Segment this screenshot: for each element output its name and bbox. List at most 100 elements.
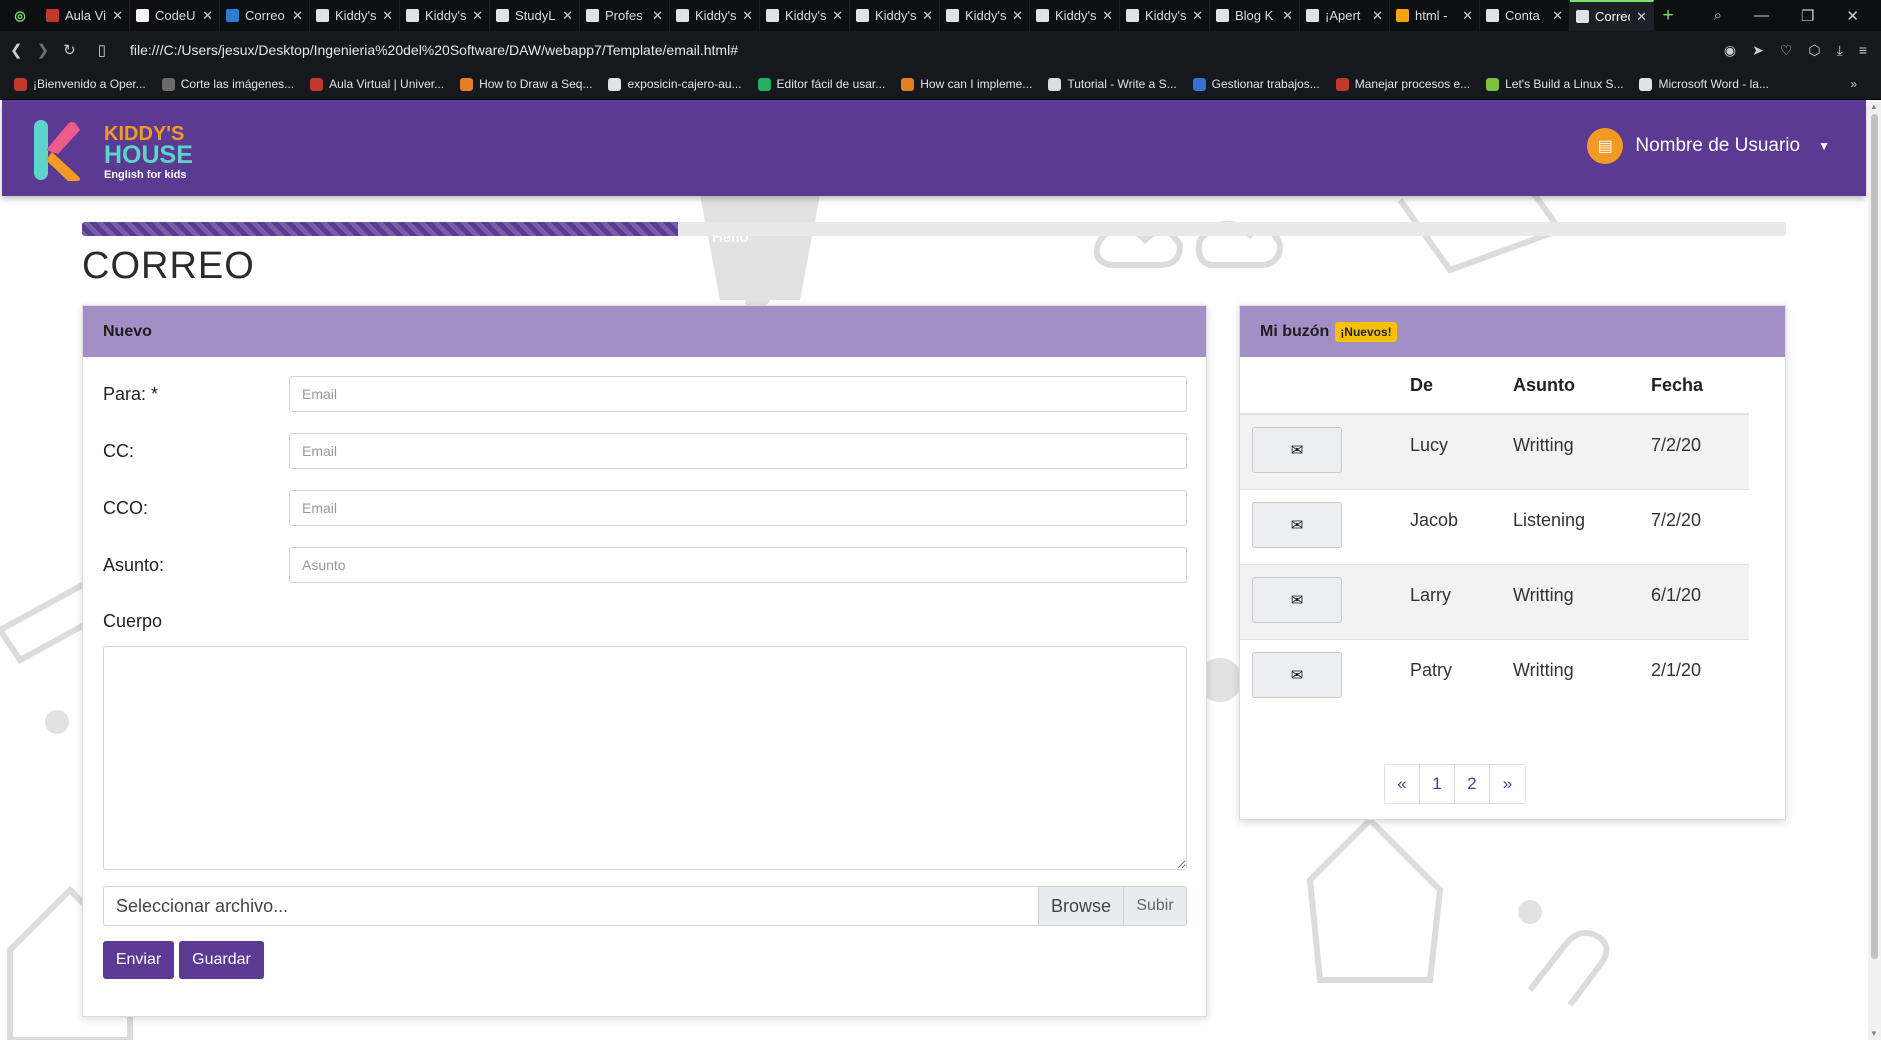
browser-tab[interactable]: Kiddy's ✕ — [850, 0, 940, 31]
tab-close-icon[interactable]: ✕ — [652, 8, 663, 24]
tab-close-icon[interactable]: ✕ — [1372, 8, 1383, 24]
close-window-button[interactable]: ✕ — [1846, 7, 1859, 25]
open-mail-button[interactable]: ✉ — [1252, 652, 1342, 698]
browser-tab[interactable]: Kiddy's ✕ — [1120, 0, 1210, 31]
cube-icon[interactable]: ⬡ — [1808, 42, 1820, 59]
browser-tab[interactable]: Correo ✕ — [220, 0, 310, 31]
tab-close-icon[interactable]: ✕ — [562, 8, 573, 24]
to-email-input[interactable] — [289, 376, 1187, 412]
browser-tab[interactable]: Aula Vi ✕ — [40, 0, 130, 31]
user-menu[interactable]: ▤ Nombre de Usuario ▼ — [1587, 128, 1830, 164]
minimize-button[interactable]: — — [1754, 7, 1769, 24]
browser-tab[interactable]: Profes ✕ — [580, 0, 670, 31]
bookmark-item[interactable]: Editor fácil de usar... — [757, 77, 885, 91]
bcc-email-input[interactable] — [289, 490, 1187, 526]
upload-button[interactable]: Subir — [1123, 887, 1186, 925]
mailbox-title: Mi buzón — [1260, 322, 1330, 340]
tab-close-icon[interactable]: ✕ — [1102, 8, 1113, 24]
bookmark-item[interactable]: Gestionar trabajos... — [1192, 77, 1320, 91]
body-label: Cuerpo — [103, 611, 163, 631]
envelope-open-icon: ✉ — [1290, 442, 1304, 459]
browser-tab[interactable]: CodeU ✕ — [130, 0, 220, 31]
tab-close-icon[interactable]: ✕ — [112, 8, 123, 24]
url-field[interactable]: file:///C:/Users/jesux/Desktop/Ingenieri… — [130, 42, 738, 58]
tab-close-icon[interactable]: ✕ — [1462, 8, 1473, 24]
scroll-up-icon[interactable]: ▲ — [1870, 102, 1878, 111]
browser-tab[interactable]: ¡Apert ✕ — [1300, 0, 1390, 31]
tab-close-icon[interactable]: ✕ — [742, 8, 753, 24]
tab-close-icon[interactable]: ✕ — [382, 8, 393, 24]
open-mail-button[interactable]: ✉ — [1252, 502, 1342, 548]
browser-tab[interactable]: html - ✕ — [1390, 0, 1480, 31]
user-avatar-icon[interactable]: ▤ — [1587, 128, 1624, 164]
back-icon[interactable]: ❮ — [10, 41, 23, 59]
browser-tab[interactable]: Conta ✕ — [1480, 0, 1570, 31]
download-icon[interactable]: ⤓ — [1837, 42, 1843, 59]
browser-tab[interactable]: Blog K ✕ — [1210, 0, 1300, 31]
tab-close-icon[interactable]: ✕ — [1192, 8, 1203, 24]
body-textarea[interactable] — [103, 646, 1187, 870]
bookmark-item[interactable]: Corte las imágenes... — [161, 77, 294, 91]
heart-icon[interactable]: ♡ — [1780, 42, 1793, 59]
browser-tab-active[interactable]: Correo ✕ — [1570, 0, 1654, 31]
tab-close-icon[interactable]: ✕ — [202, 8, 213, 24]
bookmark-item[interactable]: Aula Virtual | Univer... — [310, 77, 444, 91]
bookmark-item[interactable]: Tutorial - Write a S... — [1048, 77, 1177, 91]
pagination-next[interactable]: » — [1490, 765, 1525, 803]
bookmarks-more-icon[interactable]: » — [1850, 77, 1881, 91]
pagination-page-2[interactable]: 2 — [1455, 765, 1490, 803]
browser-tab[interactable]: StudyL ✕ — [490, 0, 580, 31]
browser-tab[interactable]: Kiddy's ✕ — [760, 0, 850, 31]
chevron-down-icon[interactable]: ▼ — [1818, 139, 1830, 153]
kiddys-house-logo[interactable]: KIDDY'S HOUSE English for kids — [32, 118, 212, 182]
tab-close-icon[interactable]: ✕ — [832, 8, 843, 24]
subject-input[interactable] — [289, 547, 1187, 583]
cc-email-input[interactable] — [289, 433, 1187, 469]
file-select-field[interactable]: Seleccionar archivo... — [104, 887, 1038, 925]
bookmark-label: Microsoft Word - la... — [1658, 77, 1769, 91]
tab-close-icon[interactable]: ✕ — [1552, 8, 1563, 24]
bookmark-item[interactable]: How to Draw a Seq... — [460, 77, 592, 91]
user-name[interactable]: Nombre de Usuario — [1635, 135, 1800, 157]
browser-tab[interactable]: Kiddy's ✕ — [1030, 0, 1120, 31]
save-button[interactable]: Guardar — [179, 941, 264, 979]
restore-button[interactable]: ❐ — [1801, 7, 1814, 25]
table-row[interactable]: ✉ Jacob Listening 7/2/20 — [1240, 490, 1749, 565]
snapshot-icon[interactable]: ◉ — [1724, 42, 1736, 59]
pagination-prev[interactable]: « — [1385, 765, 1420, 803]
tab-close-icon[interactable]: ✕ — [1282, 8, 1293, 24]
new-tab-button[interactable]: + — [1654, 5, 1682, 27]
pagination-page-1[interactable]: 1 — [1420, 765, 1455, 803]
search-tabs-icon[interactable]: ⌕ — [1714, 7, 1722, 24]
bookmark-item[interactable]: ¡Bienvenido a Oper... — [14, 77, 146, 91]
scroll-down-icon[interactable]: ▼ — [1870, 1029, 1878, 1038]
browser-tab[interactable]: Kiddy's ✕ — [310, 0, 400, 31]
forward-icon[interactable]: ❯ — [37, 41, 50, 59]
browser-tab[interactable]: Kiddy's ✕ — [940, 0, 1030, 31]
bookmark-item[interactable]: Manejar procesos e... — [1335, 77, 1470, 91]
reload-icon[interactable]: ↻ — [63, 41, 76, 59]
bookmark-item[interactable]: Let's Build a Linux S... — [1486, 77, 1623, 91]
browser-tab[interactable]: Kiddy's ✕ — [670, 0, 760, 31]
opera-gx-icon[interactable]: ◎ — [0, 0, 40, 31]
send-icon[interactable]: ➤ — [1752, 42, 1764, 59]
send-button[interactable]: Enviar — [103, 941, 174, 979]
tab-close-icon[interactable]: ✕ — [1012, 8, 1023, 24]
bookmark-item[interactable]: How can I impleme... — [901, 77, 1032, 91]
vertical-scrollbar[interactable]: ▲ ▼ — [1868, 100, 1881, 1040]
menu-icon[interactable]: ≡ — [1859, 42, 1867, 59]
browse-button[interactable]: Browse — [1038, 887, 1123, 925]
table-row[interactable]: ✉ Patry Writting 2/1/20 — [1240, 640, 1749, 715]
open-mail-button[interactable]: ✉ — [1252, 577, 1342, 623]
scrollbar-thumb[interactable] — [1871, 114, 1878, 959]
tab-close-icon[interactable]: ✕ — [292, 8, 303, 24]
table-row[interactable]: ✉ Lucy Writting 7/2/20 — [1240, 415, 1749, 490]
tab-close-icon[interactable]: ✕ — [922, 8, 933, 24]
table-row[interactable]: ✉ Larry Writting 6/1/20 — [1240, 565, 1749, 640]
bookmark-item[interactable]: Microsoft Word - la... — [1639, 77, 1769, 91]
browser-tab[interactable]: Kiddy's ✕ — [400, 0, 490, 31]
open-mail-button[interactable]: ✉ — [1252, 427, 1342, 473]
tab-close-icon[interactable]: ✕ — [472, 8, 483, 24]
tab-close-icon[interactable]: ✕ — [1636, 9, 1647, 25]
bookmark-item[interactable]: exposicin-cajero-au... — [608, 77, 742, 91]
